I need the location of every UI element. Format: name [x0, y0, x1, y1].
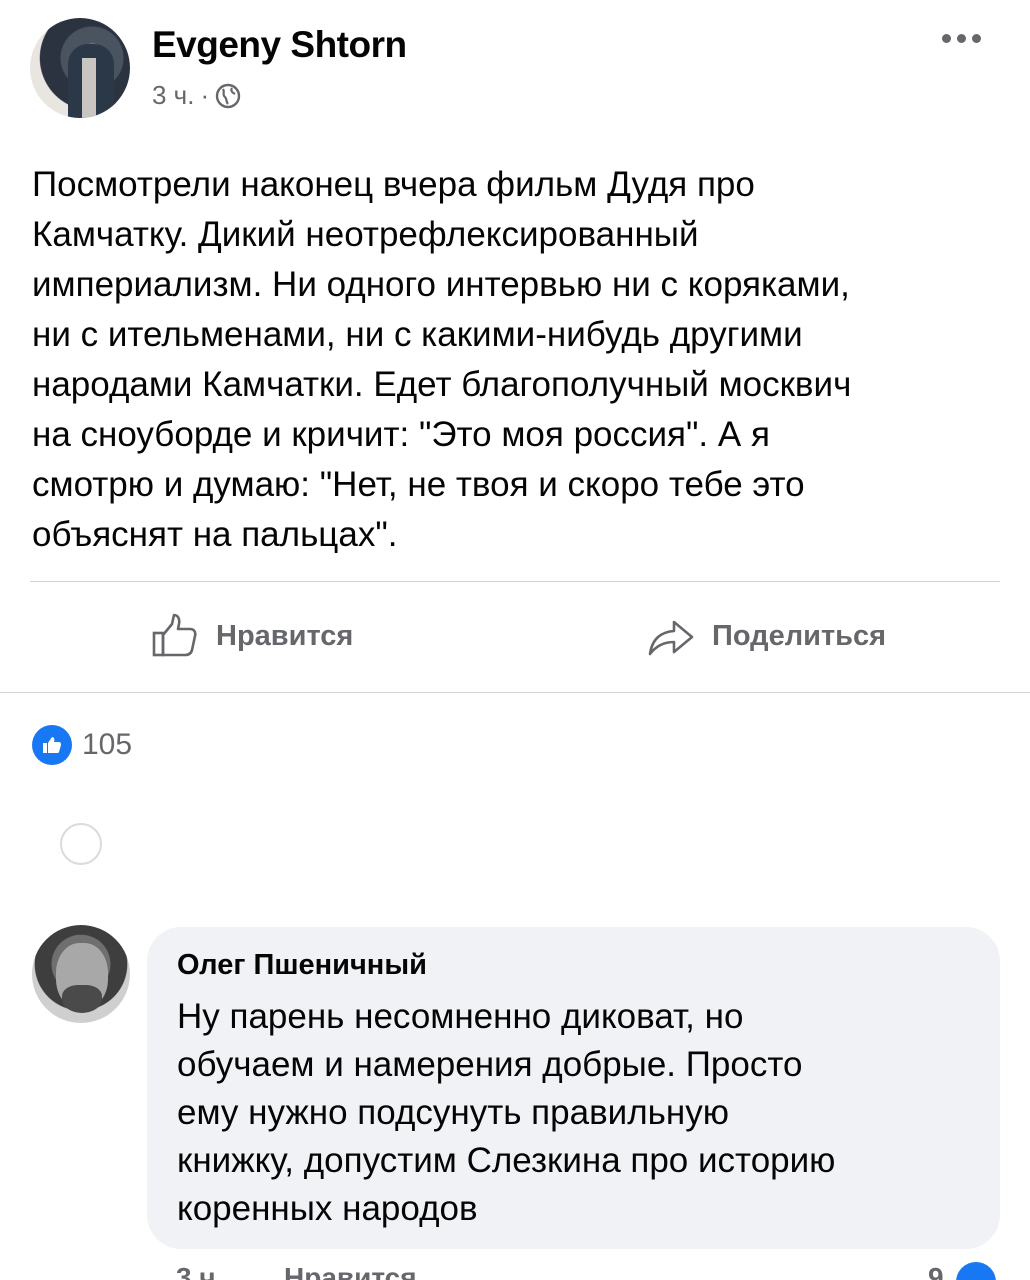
like-label: Нравится: [216, 619, 354, 652]
thumbs-up-icon: [150, 610, 202, 662]
reaction-count: 105: [82, 728, 133, 761]
comment-text: Ну парень несомненно диковат, но обучаем…: [177, 993, 977, 1233]
post-text-line: империализм. Ни одного интервью ни с кор…: [32, 265, 850, 304]
like-reaction-icon: [956, 1262, 996, 1280]
comment-text-line: коренных народов: [177, 1189, 478, 1228]
comment-like-button[interactable]: Нравится: [284, 1262, 417, 1280]
comment-time[interactable]: 3 ч.: [176, 1262, 223, 1280]
post-actions: Нравится Поделиться: [0, 600, 1030, 680]
like-reaction-icon: [32, 725, 72, 765]
post-text: Посмотрели наконец вчера фильм Дудя про …: [32, 160, 1007, 560]
globe-icon: [215, 83, 241, 109]
comment-text-line: ему нужно подсунуть правильную: [177, 1093, 729, 1132]
post-meta: 3 ч. ·: [152, 80, 241, 111]
comment-author[interactable]: Олег Пшеничный: [177, 949, 427, 982]
post-text-line: на сноуборде и кричит: "Это моя россия".…: [32, 415, 770, 454]
post-text-line: ни с ительменами, ни с какими-нибудь дру…: [32, 315, 803, 354]
comment-bubble: Олег Пшеничный Ну парень несомненно дико…: [147, 927, 1000, 1249]
share-button[interactable]: Поделиться: [646, 610, 886, 662]
post-header: Evgeny Shtorn 3 ч. ·: [30, 18, 1000, 118]
share-arrow-icon: [646, 610, 698, 662]
divider: [30, 581, 1000, 582]
comment-footer: 3 ч. Нравится 9: [176, 1262, 1006, 1280]
more-horizontal-icon[interactable]: [942, 28, 986, 48]
comment-text-line: обучаем и намерения добрые. Просто: [177, 1045, 803, 1084]
reactions-summary[interactable]: 105: [32, 725, 132, 765]
comment-reaction-count: 9: [928, 1262, 944, 1280]
post-text-line: смотрю и думаю: "Нет, не твоя и скоро те…: [32, 465, 805, 504]
author-avatar[interactable]: [30, 18, 130, 118]
comment-text-line: книжку, допустим Слезкина про историю: [177, 1141, 836, 1180]
share-label: Поделиться: [712, 619, 887, 652]
divider: [0, 692, 1030, 693]
post-text-line: Посмотрели наконец вчера фильм Дудя про: [32, 165, 755, 204]
like-button[interactable]: Нравится: [150, 610, 353, 662]
loading-spinner-icon: [60, 823, 102, 865]
author-name[interactable]: Evgeny Shtorn: [152, 24, 407, 66]
comment-text-line: Ну парень несомненно диковат, но: [177, 997, 744, 1036]
post-text-line: объяснят на пальцах".: [32, 515, 398, 554]
commenter-avatar[interactable]: [32, 925, 130, 1023]
post-time[interactable]: 3 ч.: [152, 80, 194, 111]
post-text-line: Камчатку. Дикий неотрефлексированный: [32, 215, 699, 254]
post-text-line: народами Камчатки. Едет благополучный мо…: [32, 365, 852, 404]
meta-separator: ·: [200, 80, 210, 110]
